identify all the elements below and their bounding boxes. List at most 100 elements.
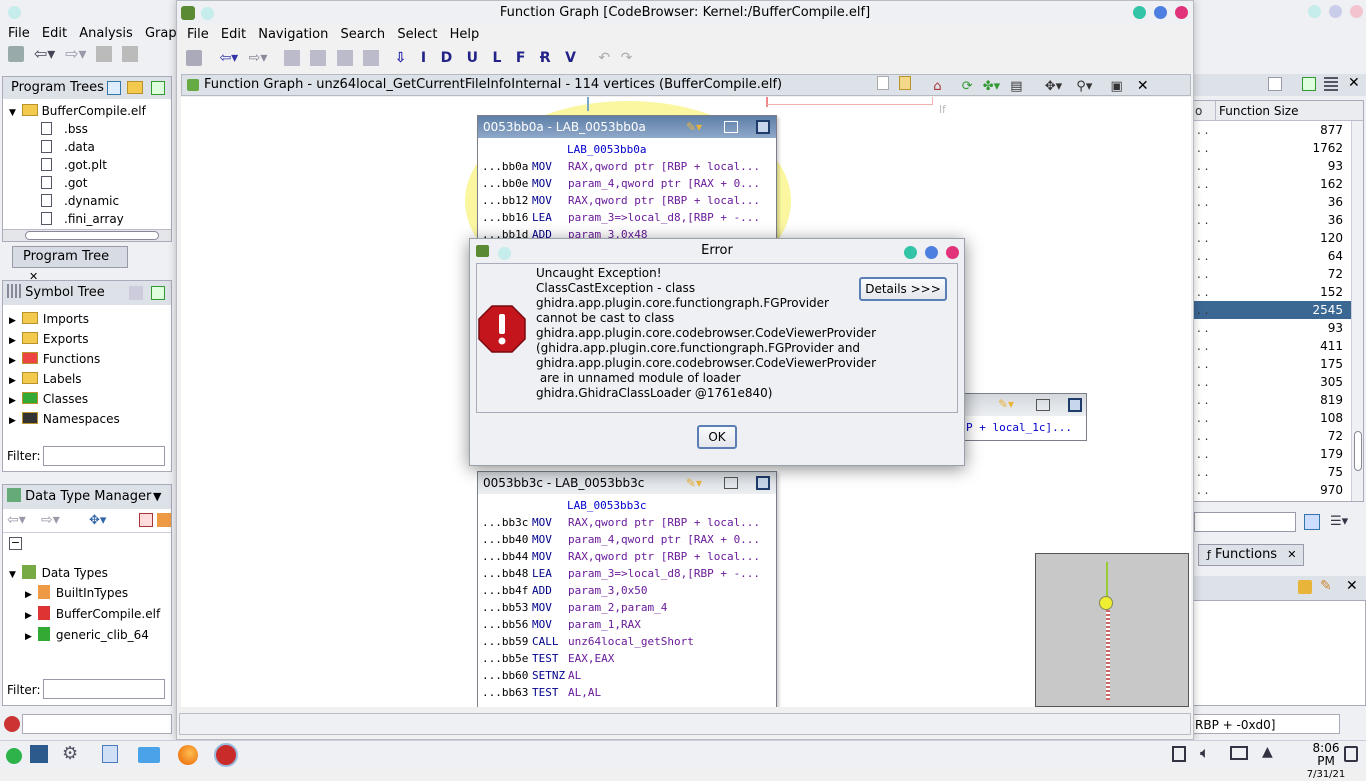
firefox-icon[interactable] (178, 745, 198, 765)
instruction-row[interactable]: ...bb53 MOV param_2,param_4 (482, 599, 776, 616)
program-tree-item[interactable]: .got (9, 174, 171, 192)
notification-icon[interactable] (1344, 746, 1358, 762)
table-row[interactable]: . . 64 (1193, 247, 1351, 265)
table-row[interactable]: . . 120 (1193, 229, 1351, 247)
forward-arrow-icon[interactable]: ⇨▾ (65, 46, 86, 62)
nav-d-button[interactable]: D (441, 50, 453, 66)
expand-toggle-icon[interactable]: ▶ (9, 356, 16, 366)
instruction-row[interactable]: ...bb3c MOV RAX,qword ptr [RBP + local... (482, 514, 776, 531)
data-type-archive[interactable]: ▶ BuiltInTypes (9, 583, 160, 604)
edit-label-icon[interactable]: ✎▾ (686, 116, 702, 138)
settings-icon[interactable]: ⚙ (62, 743, 78, 764)
dtm-menu-icon[interactable]: ▼ (153, 485, 161, 509)
table-row[interactable]: . . 36 (1193, 193, 1351, 211)
instruction-row[interactable]: ...bb5e TEST EAX,EAX (482, 650, 776, 667)
table-row[interactable]: . . 162 (1193, 175, 1351, 193)
block-maximize-icon[interactable] (756, 476, 770, 490)
data-type-archive[interactable]: ▶ generic_clib_64 (9, 625, 160, 646)
dtm-back-icon[interactable]: ⇦▾ (7, 512, 26, 528)
menu-select[interactable]: Select (397, 27, 437, 42)
nav-f-button[interactable]: F (516, 50, 526, 66)
display-icon[interactable]: ▤ (1010, 79, 1022, 94)
table-row[interactable]: . . 411 (1193, 337, 1351, 355)
back-arrow-icon[interactable]: ⇦▾ (34, 46, 55, 62)
block-format-icon[interactable] (724, 477, 738, 489)
filter-options-icon[interactable]: ☰▾ (1330, 514, 1348, 529)
close-tab-icon[interactable]: ✕ (1287, 548, 1296, 561)
expand-toggle-icon[interactable]: ▶ (9, 376, 16, 386)
symbol-tree-item[interactable]: ▶ Imports (9, 309, 171, 329)
nav-bookmark-icon[interactable]: Ɍ (540, 50, 551, 66)
vertical-scrollbar[interactable] (1351, 121, 1363, 501)
table-row[interactable]: . . 2545 (1193, 301, 1351, 319)
block-maximize-icon[interactable] (756, 120, 770, 134)
next-undefined-icon[interactable] (336, 50, 353, 66)
doc-icon[interactable] (1268, 77, 1282, 91)
expand-toggle-icon[interactable]: ▶ (9, 316, 16, 326)
symbol-tree-item[interactable]: ▶ Labels (9, 369, 171, 389)
next-label-icon[interactable] (363, 50, 380, 66)
symbol-tree-item[interactable]: ▶ Functions (9, 349, 171, 369)
menu-help[interactable]: Help (450, 27, 480, 42)
window-controls[interactable] (1133, 6, 1188, 22)
close-icon[interactable]: ✕ (1346, 578, 1358, 594)
minimize-button[interactable] (1133, 6, 1146, 19)
dtm-root[interactable]: ▼ Data Types (9, 563, 160, 583)
instruction-row[interactable]: ...bb59 CALL unz64local_getShort (482, 633, 776, 650)
forward-icon[interactable]: ⇨▾ (249, 50, 268, 66)
next-data-icon[interactable] (310, 50, 327, 66)
block-header[interactable]: 0053bb0a - LAB_0053bb0a ✎▾ (478, 116, 776, 138)
redo-icon[interactable]: ↷ (621, 50, 633, 66)
code-block-1[interactable]: 0053bb0a - LAB_0053bb0a ✎▾ LAB_0053bb0a … (477, 115, 777, 243)
table-row[interactable]: . . 72 (1193, 427, 1351, 445)
dtm-forward-icon[interactable]: ⇨▾ (41, 512, 60, 528)
pencil-icon[interactable]: ✎ (1320, 578, 1332, 594)
save-icon[interactable] (8, 46, 24, 62)
drag-handle-icon[interactable] (7, 284, 21, 298)
select-icon[interactable] (1302, 77, 1316, 91)
program-tree-item[interactable]: .bss (9, 120, 171, 138)
ok-button[interactable]: OK (697, 425, 737, 449)
table-row[interactable]: . . 108 (1193, 409, 1351, 427)
ghidra-icon[interactable] (214, 743, 238, 767)
dtm-filter-icon[interactable] (139, 513, 153, 527)
instruction-row[interactable]: ...bb60 SETNZ AL (482, 667, 776, 684)
dialog-close-button[interactable] (946, 246, 960, 259)
instruction-row[interactable]: ...bb63 TEST AL,AL (482, 684, 776, 701)
nav-i-button[interactable]: I (421, 50, 426, 66)
expand-toggle-icon[interactable]: ▼ (9, 108, 16, 118)
table-row[interactable]: . . 305 (1193, 373, 1351, 391)
folder-icon[interactable] (138, 747, 160, 763)
details-button[interactable]: Details >>> (859, 277, 947, 301)
instruction-row[interactable]: ...bb16 LEA param_3=>local_d8,[RBP + -... (482, 209, 776, 226)
instruction-row[interactable]: ...bb48 LEA param_3=>local_d8,[RBP + -... (482, 565, 776, 582)
program-tree-item[interactable]: .fini_array (9, 210, 171, 228)
table-row[interactable]: . . 36 (1193, 211, 1351, 229)
layout-icon[interactable]: ✤▾ (983, 79, 1000, 94)
expand-toggle-icon[interactable]: ▼ (9, 570, 16, 580)
paste-icon[interactable] (899, 76, 912, 90)
zoom-icon[interactable]: ⚲▾ (1076, 79, 1092, 94)
horizontal-scrollbar[interactable] (3, 229, 171, 241)
save-icon[interactable] (186, 50, 202, 66)
clipboard-icon[interactable] (1172, 746, 1186, 762)
table-icon[interactable] (1324, 77, 1338, 91)
table-row[interactable]: . . 175 (1193, 355, 1351, 373)
snapshot-icon[interactable]: ▣ (1110, 79, 1122, 94)
functions-tab[interactable]: ƒ Functions ✕ (1198, 544, 1304, 566)
expand-toggle-icon[interactable]: ▶ (25, 611, 32, 621)
expand-toggle-icon[interactable]: ▶ (9, 416, 16, 426)
table-row[interactable]: . . 93 (1193, 319, 1351, 337)
files-icon[interactable] (102, 745, 118, 763)
menu-edit[interactable]: Edit (221, 27, 246, 42)
refresh-icon[interactable]: ⟳ (962, 79, 973, 94)
maximize-button[interactable] (1153, 6, 1167, 19)
program-tree-item[interactable]: .data (9, 138, 171, 156)
table-row[interactable]: . . 152 (1193, 283, 1351, 301)
dtm-collapse-icon[interactable]: − (9, 537, 22, 550)
clock[interactable]: 8:06 PM 7/31/21 (1304, 742, 1348, 781)
refresh-icon[interactable] (1304, 514, 1320, 530)
block-maximize-icon[interactable] (1068, 398, 1082, 412)
symbol-filter-input[interactable] (43, 446, 165, 466)
satellite-view[interactable] (1035, 553, 1189, 707)
